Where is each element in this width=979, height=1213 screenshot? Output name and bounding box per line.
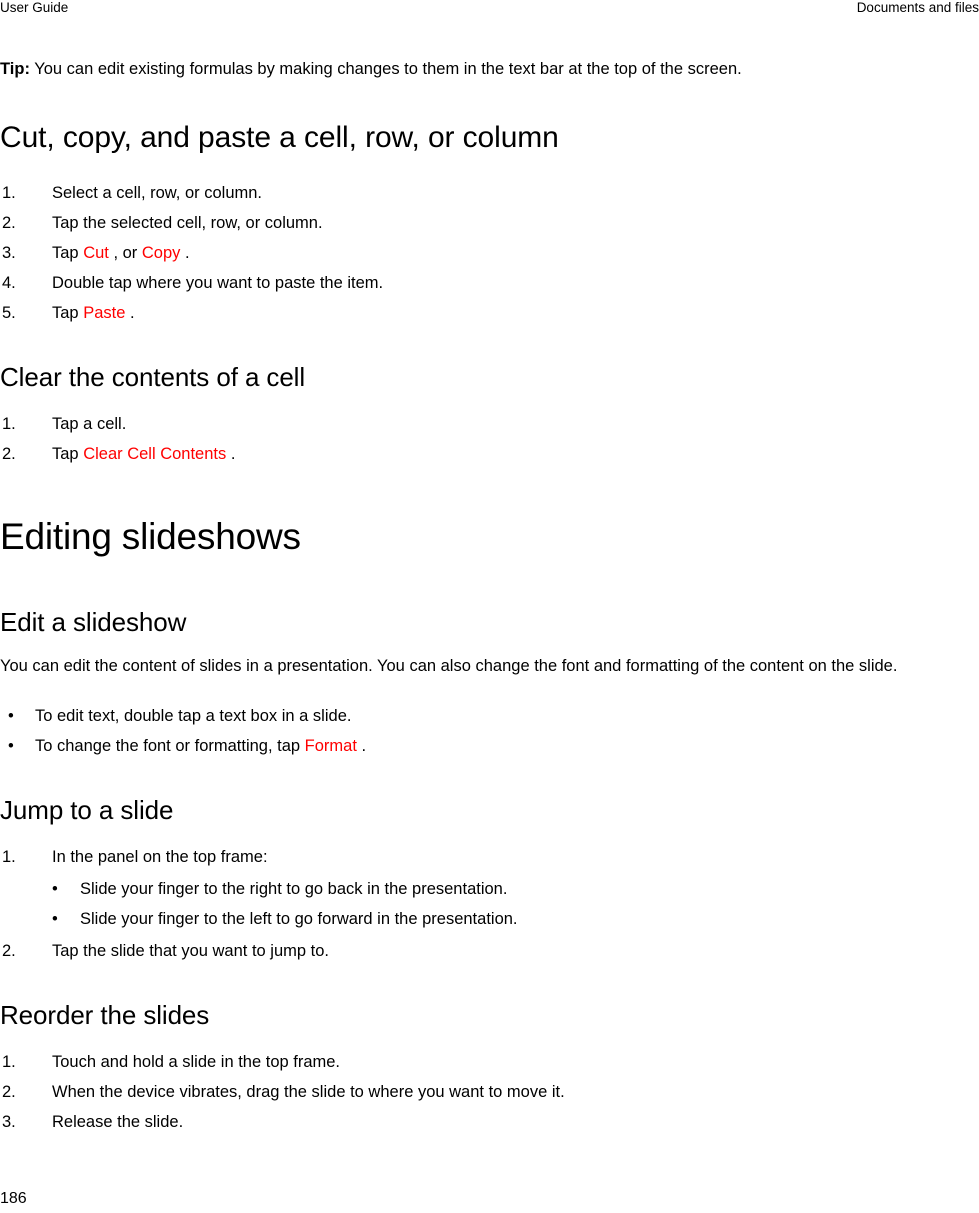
step-text: Tap the selected cell, row, or column. xyxy=(52,214,323,232)
step-number: 2. xyxy=(2,445,16,463)
steps-clear-cell-contents: 1. Tap a cell. 2. Tap Clear Cell Contents … xyxy=(0,409,938,469)
step-text-end: . xyxy=(226,445,236,463)
steps-jump-to-a-slide: 1. In the panel on the top frame: xyxy=(0,842,938,872)
step-text: Touch and hold a slide in the top frame. xyxy=(52,1053,341,1071)
tip-block: Tip: You can edit existing formulas by m… xyxy=(0,57,938,82)
heading-edit-a-slideshow: Edit a slideshow xyxy=(0,607,187,637)
step-number: 1. xyxy=(2,415,16,433)
step-text: Double tap where you want to paste the i… xyxy=(52,274,384,292)
list-item: 2. Tap the selected cell, row, or column. xyxy=(0,208,938,238)
step-number: 2. xyxy=(2,214,16,232)
paragraph-edit-a-slideshow: You can edit the content of slides in a … xyxy=(0,657,898,675)
bullet-text: To change the font or formatting, tap xyxy=(35,737,305,755)
substeps-jump-to-a-slide: Slide your finger to the right to go bac… xyxy=(0,874,938,934)
list-item: 3. Tap Cut , or Copy . xyxy=(0,238,938,268)
tip-paragraph: Tip: You can edit existing formulas by m… xyxy=(0,57,938,82)
step-text: When the device vibrates, drag the slide… xyxy=(52,1083,565,1101)
ui-label-paste[interactable]: Paste xyxy=(83,304,125,322)
step-text: Tap a cell. xyxy=(52,415,127,433)
heading-jump-to-a-slide: Jump to a slide xyxy=(0,795,174,825)
list-item: 2. Tap the slide that you want to jump to… xyxy=(0,936,938,966)
step-text: Release the slide. xyxy=(52,1113,184,1131)
heading-editing-slideshows: Editing slideshows xyxy=(0,516,301,557)
step-number: 3. xyxy=(2,244,16,262)
step-text: Tap xyxy=(52,445,84,463)
ui-label-format[interactable]: Format xyxy=(305,737,357,755)
step-text-end: . xyxy=(125,304,135,322)
running-header: User Guide Documents and files xyxy=(0,0,979,16)
step-text: Tap xyxy=(52,244,84,262)
heading-cut-copy-paste: Cut, copy, and paste a cell, row, or col… xyxy=(0,121,559,154)
list-item: To edit text, double tap a text box in a… xyxy=(0,701,938,731)
step-text: In the panel on the top frame: xyxy=(52,848,268,866)
list-item: To change the font or formatting, tap Fo… xyxy=(0,731,938,761)
page-number: 186 xyxy=(0,1190,27,1207)
steps-jump-to-a-slide-cont: 2. Tap the slide that you want to jump to… xyxy=(0,936,938,966)
bullet-text: To edit text, double tap a text box in a… xyxy=(35,707,352,725)
list-item: 1. Touch and hold a slide in the top fram… xyxy=(0,1047,938,1077)
tip-text: You can edit existing formulas by making… xyxy=(29,60,742,78)
header-document-title: User Guide xyxy=(0,0,69,15)
step-number: 3. xyxy=(2,1113,16,1131)
bullet-text: Slide your finger to the right to go bac… xyxy=(80,880,508,898)
steps-cut-copy-paste: 1. Select a cell, row, or column. 2. Tap t… xyxy=(0,178,938,328)
list-item: Slide your finger to the right to go bac… xyxy=(0,874,938,904)
step-number: 1. xyxy=(2,848,16,866)
step-number: 1. xyxy=(2,184,16,202)
list-item: 3. Release the slide. xyxy=(0,1107,938,1137)
bullets-edit-a-slideshow: To edit text, double tap a text box in a… xyxy=(0,701,938,761)
list-item: Slide your finger to the left to go forw… xyxy=(0,904,938,934)
tip-label: Tip: xyxy=(0,60,30,78)
step-text: Tap the slide that you want to jump to. xyxy=(52,942,329,960)
step-text-cont: , or xyxy=(108,244,142,262)
document-page: User Guide Documents and files Tip: You … xyxy=(0,0,979,1213)
ui-label-copy[interactable]: Copy xyxy=(142,244,181,262)
steps-reorder-the-slides: 1. Touch and hold a slide in the top fram… xyxy=(0,1047,938,1137)
step-number: 4. xyxy=(2,274,16,292)
ui-label-clear-cell-contents[interactable]: Clear Cell Contents xyxy=(83,445,226,463)
step-text-end: . xyxy=(180,244,190,262)
page-content: Tip: You can edit existing formulas by m… xyxy=(0,57,938,1137)
list-item: 2. Tap Clear Cell Contents . xyxy=(0,439,938,469)
bullet-text-end: . xyxy=(356,737,367,755)
list-item: 2. When the device vibrates, drag the sli… xyxy=(0,1077,938,1107)
step-number: 1. xyxy=(2,1053,16,1071)
heading-clear-cell-contents: Clear the contents of a cell xyxy=(0,362,306,392)
bullet-text: Slide your finger to the left to go forw… xyxy=(80,910,518,928)
step-number: 5. xyxy=(2,304,16,322)
step-text: Select a cell, row, or column. xyxy=(52,184,263,202)
step-text: Tap xyxy=(52,304,84,322)
step-number: 2. xyxy=(2,942,16,960)
list-item: 1. Tap a cell. xyxy=(0,409,938,439)
list-item: 1. Select a cell, row, or column. xyxy=(0,178,938,208)
header-section-title: Documents and files xyxy=(856,0,979,15)
heading-reorder-the-slides: Reorder the slides xyxy=(0,1000,210,1030)
list-item: 1. In the panel on the top frame: xyxy=(0,842,938,872)
ui-label-cut[interactable]: Cut xyxy=(83,244,109,262)
list-item: 4. Double tap where you want to paste the… xyxy=(0,268,938,298)
step-number: 2. xyxy=(2,1083,16,1101)
list-item: 5. Tap Paste . xyxy=(0,298,938,328)
